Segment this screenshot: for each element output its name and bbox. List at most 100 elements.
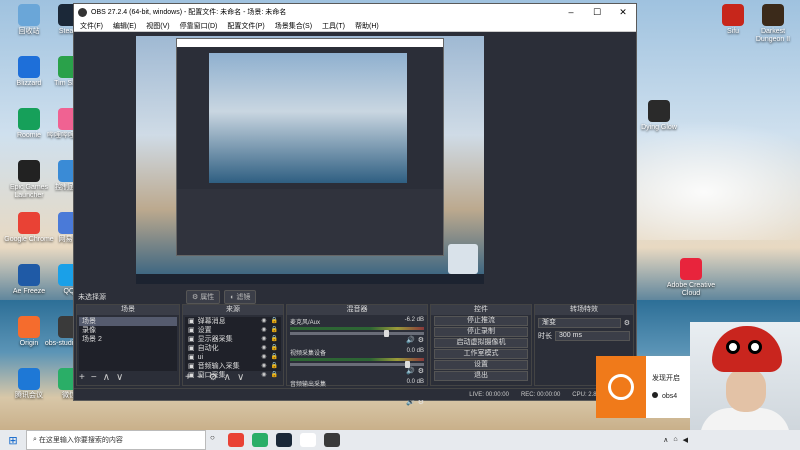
source-item[interactable]: ▣ 弹幕消息 ◉ 🔒 [185,317,281,326]
source-item[interactable]: ▣ 显示器采集 ◉ 🔒 [185,335,281,344]
obs-taskbar-icon[interactable] [324,433,340,447]
control-button[interactable]: 启动虚拟摄像机 [434,338,528,348]
volume-knob[interactable] [405,361,411,368]
wechat-taskbar-icon[interactable] [252,433,268,447]
move-down-icon[interactable]: ∨ [116,372,123,384]
window-title: OBS 27.2.4 (64-bit, windows) - 配置文件: 未命名… [91,9,287,16]
lock-icon[interactable]: 🔒 [271,326,278,335]
source-item[interactable]: ▣ 自动化 ◉ 🔒 [185,344,281,353]
control-button[interactable]: 停止录制 [434,327,528,337]
source-label: 自动化 [197,345,219,352]
scene-item[interactable]: 录像 [79,326,177,335]
hat-eye-right [748,340,762,354]
chrome-taskbar-icon[interactable] [228,433,244,447]
menu-item[interactable]: 文件(F) [80,21,103,31]
menu-item[interactable]: 视图(V) [146,21,169,31]
source-settings-icon[interactable]: ⚙ [209,372,218,384]
menu-item[interactable]: 编辑(E) [113,21,136,31]
filters-button[interactable]: ◐ 滤镜 [224,290,257,304]
lock-icon[interactable]: 🔒 [271,335,278,344]
scene-label: 录像 [82,327,96,334]
control-button[interactable]: 设置 [434,360,528,370]
add-scene-icon[interactable]: + [79,372,85,384]
remove-source-icon[interactable]: − [197,372,203,384]
search-placeholder: 在这里输入你要搜索的内容 [38,437,123,444]
tray-volume-icon[interactable]: ◀ [683,436,688,444]
menu-item[interactable]: 停靠窗口(D) [180,21,218,31]
lock-icon[interactable]: 🔒 [271,353,278,362]
volume-slider[interactable] [290,330,424,337]
scene-label: 场景 2 [82,336,102,343]
source-toolbar: 未选择源 ⚙ 属性 ◐ 滤镜 [74,290,636,304]
desktop-icon[interactable]: Darkest Dungeon II [746,4,800,44]
notification-body: obs4 [662,393,678,400]
eye-icon[interactable]: ◉ [261,362,266,371]
mixer-channel-name: 麦克风/Aux [290,320,321,326]
app-icon [648,100,670,122]
notification-popup[interactable]: 发现开启 obs4 [596,356,692,418]
move-up-icon[interactable]: ∧ [103,372,110,384]
volume-knob[interactable] [383,330,389,337]
desktop-icon[interactable]: Adobe Creative Cloud [664,258,718,298]
stream-preview[interactable] [136,36,484,284]
speaker-icon[interactable]: 🔊 [406,336,415,344]
lock-icon[interactable]: 🔒 [271,362,278,371]
tray-network-icon[interactable]: ⌂ [673,436,677,444]
move-down-icon[interactable]: ∨ [237,372,244,384]
properties-button[interactable]: ⚙ 属性 [186,290,221,304]
app-taskbar-icon[interactable] [300,433,316,447]
source-item[interactable]: ▣ 设置 ◉ 🔒 [185,326,281,335]
eye-icon[interactable]: ◉ [261,344,266,353]
system-tray: ∧ ⌂ ◀ [663,436,800,444]
source-item[interactable]: ▣ ui ◉ 🔒 [185,353,281,362]
menu-item[interactable]: 工具(T) [322,21,345,31]
transition-settings-icon[interactable]: ⚙ [624,319,630,327]
duration-input[interactable]: 300 ms [555,331,630,341]
app-icon [762,4,784,26]
source-type-icon: ▣ [188,318,195,325]
menu-item[interactable]: 场景集合(S) [275,21,312,31]
menu-item[interactable]: 帮助(H) [355,21,379,31]
mixer-channel-name: 视频采集设备 [290,351,327,357]
speaker-icon[interactable]: 🔊 [406,367,415,375]
control-button[interactable]: 停止推流 [434,316,528,326]
volume-slider[interactable] [290,361,424,368]
duration-row: 时长 300 ms [538,331,630,341]
eye-icon[interactable]: ◉ [261,326,266,335]
taskbar-search[interactable]: ⌕ 在这里输入你要搜索的内容 [26,430,206,450]
tray-chevron-icon[interactable]: ∧ [663,436,668,444]
menu-item[interactable]: 配置文件(P) [227,21,264,31]
close-button[interactable]: ✕ [610,7,636,18]
eye-icon[interactable]: ◉ [261,317,266,326]
source-toggles: ◉ 🔒 [261,326,281,335]
app-icon [18,212,40,234]
eye-icon[interactable]: ◉ [261,371,266,380]
minimize-button[interactable]: – [558,7,584,17]
task-view-icon[interactable]: ○ [210,433,220,447]
windows-start-icon[interactable]: ⊞ [0,434,26,447]
scene-item[interactable]: 场景 [79,317,177,326]
add-source-icon[interactable]: + [185,372,191,384]
lock-icon[interactable]: 🔒 [271,371,278,380]
control-button[interactable]: 退出 [434,371,528,381]
scene-item[interactable]: 场景 2 [79,335,177,344]
preview-area [74,32,636,290]
eye-icon[interactable]: ◉ [261,353,266,362]
transition-select[interactable]: 渐变 [538,318,621,328]
steam-taskbar-icon[interactable] [276,433,292,447]
mixer-header: 混音器 [287,305,427,315]
controls-dock: 控件 停止推流 停止录制 启动虚拟摄像机 工作室模式 设置 退出 [430,304,532,386]
control-button[interactable]: 工作室模式 [434,349,528,359]
gear-icon[interactable]: ⚙ [418,336,424,344]
mixer-dock: 混音器 麦克风/Aux -6.2 dB 🔊 ⚙ 视频采集设备 0.0 dB 🔊 ⚙ 音频输出采集… [286,304,428,406]
source-item[interactable]: ▣ 音频输入采集 ◉ 🔒 [185,362,281,371]
move-up-icon[interactable]: ∧ [224,372,231,384]
lock-icon[interactable]: 🔒 [271,317,278,326]
maximize-button[interactable]: ☐ [584,7,610,18]
gear-icon[interactable]: ⚙ [418,367,424,375]
desktop-icon[interactable]: Dying Glow [632,100,686,132]
remove-scene-icon[interactable]: − [91,372,97,384]
lock-icon[interactable]: 🔒 [271,344,278,353]
source-label: 弹幕消息 [197,318,226,325]
eye-icon[interactable]: ◉ [261,335,266,344]
